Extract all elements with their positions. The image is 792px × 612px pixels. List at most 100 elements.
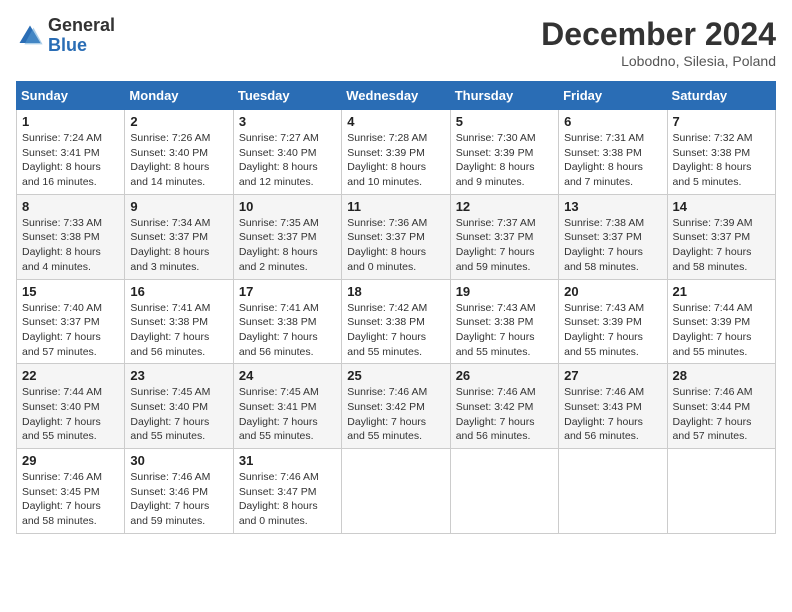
- day-number: 7: [673, 114, 770, 129]
- day-info: Sunrise: 7:33 AMSunset: 3:38 PMDaylight:…: [22, 216, 119, 275]
- day-number: 3: [239, 114, 336, 129]
- day-info: Sunrise: 7:38 AMSunset: 3:37 PMDaylight:…: [564, 216, 661, 275]
- logo-blue-text: Blue: [48, 35, 87, 55]
- calendar-cell: 23 Sunrise: 7:45 AMSunset: 3:40 PMDayligh…: [125, 364, 233, 449]
- weekday-header-saturday: Saturday: [667, 82, 775, 110]
- day-number: 23: [130, 368, 227, 383]
- month-title: December 2024: [541, 16, 776, 53]
- day-info: Sunrise: 7:27 AMSunset: 3:40 PMDaylight:…: [239, 131, 336, 190]
- weekday-header-wednesday: Wednesday: [342, 82, 450, 110]
- day-number: 2: [130, 114, 227, 129]
- day-number: 5: [456, 114, 553, 129]
- day-number: 6: [564, 114, 661, 129]
- calendar-cell: [667, 449, 775, 534]
- calendar-cell: 15Sunrise: 7:40 AMSunset: 3:37 PMDayligh…: [17, 279, 125, 364]
- calendar-cell: 28 Sunrise: 7:46 AMSunset: 3:44 PMDayligh…: [667, 364, 775, 449]
- day-info: Sunrise: 7:43 AMSunset: 3:38 PMDaylight:…: [456, 301, 553, 360]
- day-number: 4: [347, 114, 444, 129]
- day-info: Sunrise: 7:40 AMSunset: 3:37 PMDaylight:…: [22, 301, 119, 360]
- calendar-cell: 17Sunrise: 7:41 AMSunset: 3:38 PMDayligh…: [233, 279, 341, 364]
- day-info: Sunrise: 7:31 AMSunset: 3:38 PMDaylight:…: [564, 131, 661, 190]
- day-info: Sunrise: 7:30 AMSunset: 3:39 PMDaylight:…: [456, 131, 553, 190]
- day-info: Sunrise: 7:46 AMSunset: 3:42 PMDaylight:…: [347, 385, 444, 444]
- calendar-cell: 12 Sunrise: 7:37 AMSunset: 3:37 PMDayligh…: [450, 194, 558, 279]
- calendar-cell: 20 Sunrise: 7:43 AMSunset: 3:39 PMDayligh…: [559, 279, 667, 364]
- calendar-header-row: SundayMondayTuesdayWednesdayThursdayFrid…: [17, 82, 776, 110]
- calendar-week-3: 15Sunrise: 7:40 AMSunset: 3:37 PMDayligh…: [17, 279, 776, 364]
- weekday-header-monday: Monday: [125, 82, 233, 110]
- calendar-cell: 11 Sunrise: 7:36 AMSunset: 3:37 PMDayligh…: [342, 194, 450, 279]
- day-info: Sunrise: 7:42 AMSunset: 3:38 PMDaylight:…: [347, 301, 444, 360]
- day-info: Sunrise: 7:44 AMSunset: 3:40 PMDaylight:…: [22, 385, 119, 444]
- calendar-cell: 31 Sunrise: 7:46 AMSunset: 3:47 PMDayligh…: [233, 449, 341, 534]
- calendar-cell: 9 Sunrise: 7:34 AMSunset: 3:37 PMDaylight…: [125, 194, 233, 279]
- calendar-cell: 16 Sunrise: 7:41 AMSunset: 3:38 PMDayligh…: [125, 279, 233, 364]
- calendar-cell: 2 Sunrise: 7:26 AMSunset: 3:40 PMDaylight…: [125, 110, 233, 195]
- calendar-week-5: 29 Sunrise: 7:46 AMSunset: 3:45 PMDayligh…: [17, 449, 776, 534]
- day-number: 1: [22, 114, 119, 129]
- calendar-cell: 14 Sunrise: 7:39 AMSunset: 3:37 PMDayligh…: [667, 194, 775, 279]
- calendar-week-2: 8 Sunrise: 7:33 AMSunset: 3:38 PMDaylight…: [17, 194, 776, 279]
- day-info: Sunrise: 7:46 AMSunset: 3:43 PMDaylight:…: [564, 385, 661, 444]
- calendar-cell: 10Sunrise: 7:35 AMSunset: 3:37 PMDayligh…: [233, 194, 341, 279]
- location: Lobodno, Silesia, Poland: [541, 53, 776, 69]
- day-number: 20: [564, 284, 661, 299]
- calendar-cell: 22Sunrise: 7:44 AMSunset: 3:40 PMDayligh…: [17, 364, 125, 449]
- day-info: Sunrise: 7:34 AMSunset: 3:37 PMDaylight:…: [130, 216, 227, 275]
- calendar-cell: 26Sunrise: 7:46 AMSunset: 3:42 PMDayligh…: [450, 364, 558, 449]
- calendar-week-4: 22Sunrise: 7:44 AMSunset: 3:40 PMDayligh…: [17, 364, 776, 449]
- calendar-cell: 4 Sunrise: 7:28 AMSunset: 3:39 PMDaylight…: [342, 110, 450, 195]
- logo-icon: [16, 22, 44, 50]
- day-number: 12: [456, 199, 553, 214]
- page-header: General Blue December 2024 Lobodno, Sile…: [16, 16, 776, 69]
- day-number: 9: [130, 199, 227, 214]
- day-number: 25: [347, 368, 444, 383]
- day-info: Sunrise: 7:45 AMSunset: 3:41 PMDaylight:…: [239, 385, 336, 444]
- calendar-cell: 21 Sunrise: 7:44 AMSunset: 3:39 PMDayligh…: [667, 279, 775, 364]
- day-info: Sunrise: 7:39 AMSunset: 3:37 PMDaylight:…: [673, 216, 770, 275]
- day-number: 17: [239, 284, 336, 299]
- day-number: 21: [673, 284, 770, 299]
- day-info: Sunrise: 7:46 AMSunset: 3:45 PMDaylight:…: [22, 470, 119, 529]
- calendar-cell: 8 Sunrise: 7:33 AMSunset: 3:38 PMDaylight…: [17, 194, 125, 279]
- calendar-cell: 13 Sunrise: 7:38 AMSunset: 3:37 PMDayligh…: [559, 194, 667, 279]
- day-info: Sunrise: 7:46 AMSunset: 3:47 PMDaylight:…: [239, 470, 336, 529]
- day-number: 11: [347, 199, 444, 214]
- day-number: 31: [239, 453, 336, 468]
- calendar-cell: 7Sunrise: 7:32 AMSunset: 3:38 PMDaylight…: [667, 110, 775, 195]
- calendar-cell: [342, 449, 450, 534]
- logo-general-text: General: [48, 15, 115, 35]
- calendar-cell: 3 Sunrise: 7:27 AMSunset: 3:40 PMDaylight…: [233, 110, 341, 195]
- day-info: Sunrise: 7:37 AMSunset: 3:37 PMDaylight:…: [456, 216, 553, 275]
- weekday-header-thursday: Thursday: [450, 82, 558, 110]
- calendar-cell: [450, 449, 558, 534]
- day-info: Sunrise: 7:28 AMSunset: 3:39 PMDaylight:…: [347, 131, 444, 190]
- calendar-cell: 30Sunrise: 7:46 AMSunset: 3:46 PMDayligh…: [125, 449, 233, 534]
- day-number: 14: [673, 199, 770, 214]
- day-number: 13: [564, 199, 661, 214]
- calendar-cell: 6 Sunrise: 7:31 AMSunset: 3:38 PMDaylight…: [559, 110, 667, 195]
- calendar-cell: 5 Sunrise: 7:30 AMSunset: 3:39 PMDaylight…: [450, 110, 558, 195]
- day-info: Sunrise: 7:24 AMSunset: 3:41 PMDaylight:…: [22, 131, 119, 190]
- day-number: 26: [456, 368, 553, 383]
- day-info: Sunrise: 7:44 AMSunset: 3:39 PMDaylight:…: [673, 301, 770, 360]
- day-info: Sunrise: 7:46 AMSunset: 3:44 PMDaylight:…: [673, 385, 770, 444]
- calendar-cell: 27Sunrise: 7:46 AMSunset: 3:43 PMDayligh…: [559, 364, 667, 449]
- day-info: Sunrise: 7:45 AMSunset: 3:40 PMDaylight:…: [130, 385, 227, 444]
- calendar-cell: 1 Sunrise: 7:24 AMSunset: 3:41 PMDaylight…: [17, 110, 125, 195]
- day-number: 16: [130, 284, 227, 299]
- calendar-cell: 24Sunrise: 7:45 AMSunset: 3:41 PMDayligh…: [233, 364, 341, 449]
- day-number: 28: [673, 368, 770, 383]
- calendar-table: SundayMondayTuesdayWednesdayThursdayFrid…: [16, 81, 776, 534]
- day-number: 18: [347, 284, 444, 299]
- day-info: Sunrise: 7:36 AMSunset: 3:37 PMDaylight:…: [347, 216, 444, 275]
- day-info: Sunrise: 7:26 AMSunset: 3:40 PMDaylight:…: [130, 131, 227, 190]
- weekday-header-sunday: Sunday: [17, 82, 125, 110]
- day-info: Sunrise: 7:35 AMSunset: 3:37 PMDaylight:…: [239, 216, 336, 275]
- day-info: Sunrise: 7:43 AMSunset: 3:39 PMDaylight:…: [564, 301, 661, 360]
- weekday-header-tuesday: Tuesday: [233, 82, 341, 110]
- day-number: 8: [22, 199, 119, 214]
- calendar-cell: 18 Sunrise: 7:42 AMSunset: 3:38 PMDayligh…: [342, 279, 450, 364]
- day-number: 29: [22, 453, 119, 468]
- day-info: Sunrise: 7:41 AMSunset: 3:38 PMDaylight:…: [130, 301, 227, 360]
